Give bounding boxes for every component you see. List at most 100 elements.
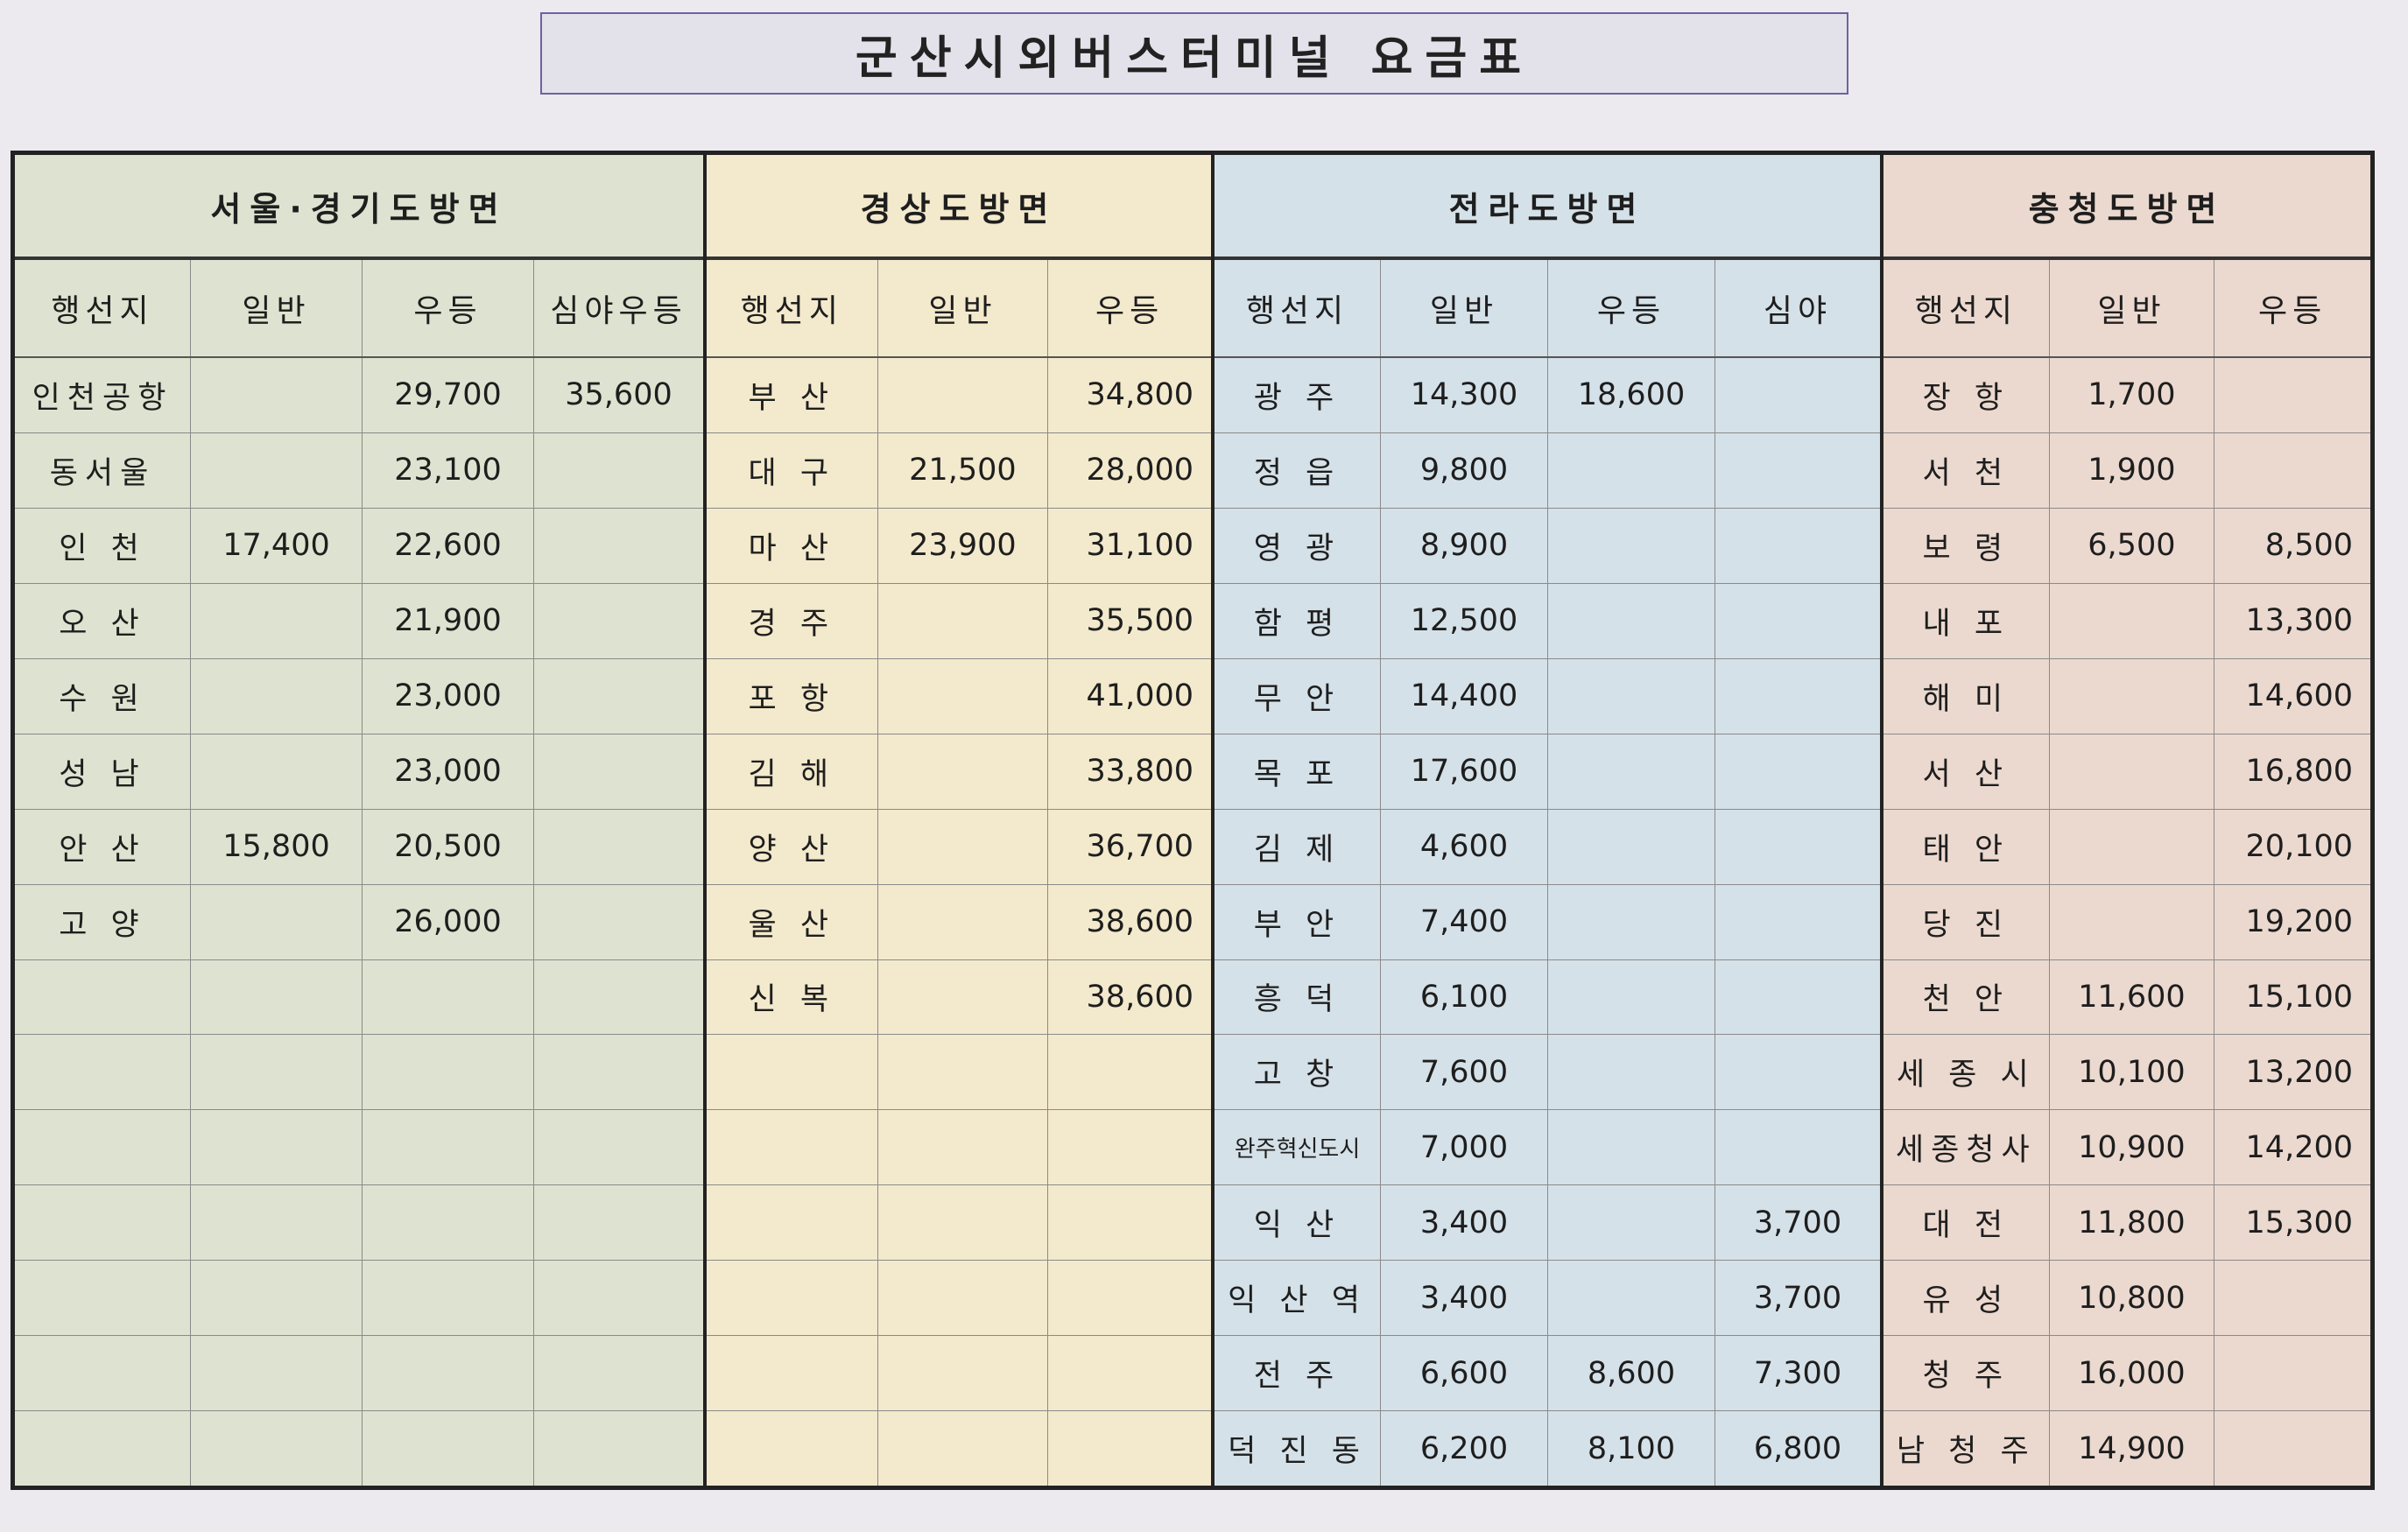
fare-cell: 20,500: [362, 809, 533, 884]
fare-cell: [2214, 1411, 2370, 1486]
table-row: 정 읍 9,800: [1215, 432, 1880, 509]
fare-cell: [2214, 1336, 2370, 1411]
section-title: 서울·경기도방면: [15, 155, 703, 260]
fare-cell: 31,100: [1047, 508, 1211, 583]
destination-cell: [15, 1336, 190, 1410]
destination-cell: 흥 덕: [1253, 982, 1341, 1018]
destination-cell: 광 주: [1253, 380, 1341, 416]
column-header-premium: 우등: [2214, 260, 2370, 356]
fare-cell: [533, 734, 703, 809]
fare-cell: 17,400: [190, 508, 362, 583]
destination-cell: 당 진: [1922, 907, 2010, 943]
fare-cell: 21,500: [877, 432, 1048, 508]
table-row: [15, 959, 703, 1036]
fare-cell: 7,000: [1380, 1110, 1547, 1185]
destination-cell: 내 포: [1922, 606, 2010, 642]
fare-cell: [1547, 1110, 1714, 1185]
column-header-destination: 행선지: [51, 293, 154, 329]
fare-cell: 36,700: [1047, 809, 1211, 884]
fare-cell: 34,800: [1047, 358, 1211, 432]
table-row: 남 청 주 14,900: [1883, 1411, 2370, 1486]
fare-cell: 6,500: [2048, 508, 2214, 583]
destination-cell: [15, 960, 190, 1035]
table-row: 포 항 41,000: [707, 658, 1211, 734]
section-gyeongsang: 경상도방면 행선지 일반 우등 부 산 34,800 대 구 21,500 28,000 마 산 2…: [703, 155, 1211, 1486]
destination-cell: 보 령: [1922, 531, 2010, 566]
table-row: 목 포 17,600: [1215, 734, 1880, 810]
table-row: 경 주 35,500: [707, 583, 1211, 659]
fare-cell: 8,500: [2214, 508, 2370, 583]
fare-cell: [533, 1261, 703, 1336]
fare-cell: 6,200: [1380, 1411, 1547, 1486]
fare-cell: [1547, 1261, 1714, 1336]
destination-cell: [15, 1411, 190, 1486]
fare-rows: 부 산 34,800 대 구 21,500 28,000 마 산 23,900 31,100 경…: [707, 358, 1211, 1486]
section-title: 전라도방면: [1215, 155, 1880, 260]
table-row: [15, 1261, 703, 1337]
fare-cell: 21,900: [362, 583, 533, 658]
section-seoul-gyeonggi: 서울·경기도방면 행선지 일반 우등 심야우등 인천공항 29,700 35,600 동서울 23…: [15, 155, 703, 1486]
section-title: 충청도방면: [1883, 155, 2370, 260]
destination-cell: [707, 1261, 877, 1335]
fare-cell: 14,200: [2214, 1110, 2370, 1185]
table-row: 대 전 11,800 15,300: [1883, 1185, 2370, 1261]
fare-cell: 6,600: [1380, 1336, 1547, 1411]
fare-cell: [1547, 583, 1714, 658]
fare-cell: 17,600: [1380, 734, 1547, 809]
table-row: [707, 1411, 1211, 1486]
fare-cell: 11,800: [2048, 1185, 2214, 1261]
destination-cell: 서 천: [1922, 455, 2010, 491]
fare-cell: 11,600: [2048, 959, 2214, 1035]
fare-cell: [190, 358, 362, 432]
fare-cell: [1547, 658, 1714, 734]
table-row: [15, 1035, 703, 1111]
fare-cell: [1547, 809, 1714, 884]
table-row: 성 남 23,000: [15, 734, 703, 810]
fare-cell: 1,700: [2048, 358, 2214, 432]
destination-cell: 고 양: [59, 907, 146, 943]
fare-cell: 16,800: [2214, 734, 2370, 809]
fare-cell: [533, 1336, 703, 1411]
fare-cell: 7,300: [1714, 1336, 1880, 1411]
fare-cell: [190, 1110, 362, 1185]
destination-cell: 대 구: [748, 455, 836, 491]
table-row: [707, 1110, 1211, 1186]
fare-cell: 16,000: [2048, 1336, 2214, 1411]
table-row: 수 원 23,000: [15, 658, 703, 734]
table-row: 천 안 11,600 15,100: [1883, 959, 2370, 1036]
fare-cell: 22,600: [362, 508, 533, 583]
fare-cell: [2048, 583, 2214, 658]
fare-cell: 41,000: [1047, 658, 1211, 734]
fare-cell: [1047, 1261, 1211, 1336]
column-header-premium: 우등: [1047, 260, 1211, 356]
destination-cell: 장 항: [1922, 380, 2010, 416]
destination-cell: [707, 1110, 877, 1184]
fare-cell: 7,600: [1380, 1035, 1547, 1110]
fare-cell: [190, 959, 362, 1035]
fare-cell: [1047, 1336, 1211, 1411]
fare-cell: [2048, 809, 2214, 884]
fare-cell: 3,400: [1380, 1185, 1547, 1261]
fare-cell: [877, 1110, 1048, 1185]
fare-cell: 10,800: [2048, 1261, 2214, 1336]
fare-cell: [2214, 1261, 2370, 1336]
fare-cell: 12,500: [1380, 583, 1547, 658]
table-row: 익 산 3,400 3,700: [1215, 1185, 1880, 1261]
table-row: [15, 1110, 703, 1186]
fare-cell: [877, 959, 1048, 1035]
fare-cell: [1714, 959, 1880, 1035]
table-row: 전 주 6,600 8,600 7,300: [1215, 1336, 1880, 1412]
table-row: 인천공항 29,700 35,600: [15, 358, 703, 433]
fare-cell: [190, 583, 362, 658]
destination-cell: 유 성: [1922, 1283, 2010, 1319]
column-header-general: 일반: [1380, 260, 1547, 356]
column-header-late-night: 심야: [1714, 260, 1880, 356]
fare-cell: 13,200: [2214, 1035, 2370, 1110]
fare-cell: [877, 809, 1048, 884]
fare-cell: 10,100: [2048, 1035, 2214, 1110]
table-row: 익 산 역 3,400 3,700: [1215, 1261, 1880, 1337]
table-row: 인 천 17,400 22,600: [15, 508, 703, 584]
fare-cell: [533, 1110, 703, 1185]
destination-cell: 인천공항: [32, 380, 173, 416]
fare-cell: 3,400: [1380, 1261, 1547, 1336]
